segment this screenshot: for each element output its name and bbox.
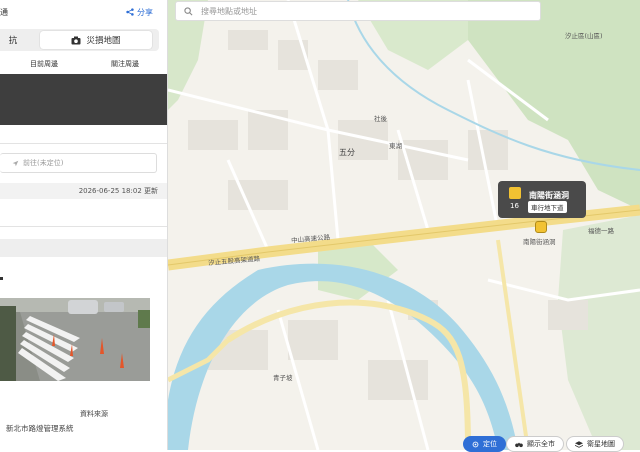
navigate-input[interactable]: 前往(未定位) xyxy=(0,153,157,173)
map-label-wufen: 五分 xyxy=(339,148,355,157)
binoculars-icon xyxy=(515,442,523,447)
poi-type-badge: 車行地下道 xyxy=(528,201,567,213)
tab-watched-area[interactable]: 關注周邊 xyxy=(111,59,139,69)
locate-label: 定位 xyxy=(483,440,497,448)
tab-mode-1-label: 抗 xyxy=(8,36,18,46)
camera-icon xyxy=(71,36,81,44)
map-label-area: 汐止區(山區) xyxy=(565,32,603,40)
mode-switch: 抗 災損地圖 xyxy=(0,29,159,51)
divider xyxy=(0,226,167,227)
navigate-placeholder: 前往(未定位) xyxy=(23,159,64,167)
map-label-donghu: 東湖 xyxy=(389,142,402,150)
poi-count: 16 xyxy=(510,202,519,210)
map-label-shehou: 社後 xyxy=(374,115,387,123)
poi-popup[interactable]: 16 南陽街涵洞 車行地下道 xyxy=(498,181,586,218)
satellite-map-label: 衛星地圖 xyxy=(587,440,615,448)
update-timestamp: 2026-06-25 18:02 更新 xyxy=(0,183,167,199)
search-placeholder: 搜尋地點或地址 xyxy=(201,6,257,16)
divider xyxy=(0,143,167,144)
show-city-label: 顯示全市 xyxy=(527,440,555,448)
tab-mode-1[interactable]: 抗 xyxy=(0,31,32,49)
section-bar xyxy=(0,239,167,257)
map-label-qingzi: 青子坡 xyxy=(273,374,293,382)
culvert-icon xyxy=(509,187,521,199)
map-label-marker-area: 南陽街涵洞 xyxy=(523,238,556,246)
search-box[interactable]: 搜尋地點或地址 xyxy=(175,1,541,21)
subtabs: 目前周邊 關注周邊 xyxy=(0,56,167,70)
panel-title: 通 xyxy=(0,7,8,17)
tab-damage-map[interactable]: 災損地圖 xyxy=(40,31,152,49)
map-base xyxy=(168,0,640,450)
source-value: 新北市路燈管理系統 xyxy=(6,424,74,433)
navigate-arrow-icon xyxy=(12,160,19,166)
bullet xyxy=(0,277,3,280)
source-label: 資料來源 xyxy=(80,410,108,418)
share-button[interactable]: 分享 xyxy=(126,7,153,18)
poi-name: 南陽街涵洞 xyxy=(529,191,569,200)
share-icon xyxy=(126,8,134,16)
tab-current-area[interactable]: 目前周邊 xyxy=(30,59,58,69)
panel-header: 通 分享 xyxy=(0,0,167,24)
side-panel: 通 分享 抗 災損地圖 目前周邊 關注周邊 前往(未定位) 2026-06-25… xyxy=(0,0,168,450)
cctv-snapshot[interactable] xyxy=(0,298,150,381)
dark-banner xyxy=(0,74,167,125)
share-label: 分享 xyxy=(137,7,153,17)
layers-icon xyxy=(575,440,583,448)
search-icon xyxy=(184,6,193,15)
map-marker[interactable] xyxy=(535,221,547,233)
tab-damage-map-label: 災損地圖 xyxy=(86,36,121,46)
map-view[interactable]: 搜尋地點或地址 五分 東湖 社後 中山高速公路 汐止五股高架道路 福德一路 汐止… xyxy=(168,0,640,450)
locate-icon xyxy=(472,441,479,447)
map-label-highway-east: 福德一路 xyxy=(588,227,614,235)
